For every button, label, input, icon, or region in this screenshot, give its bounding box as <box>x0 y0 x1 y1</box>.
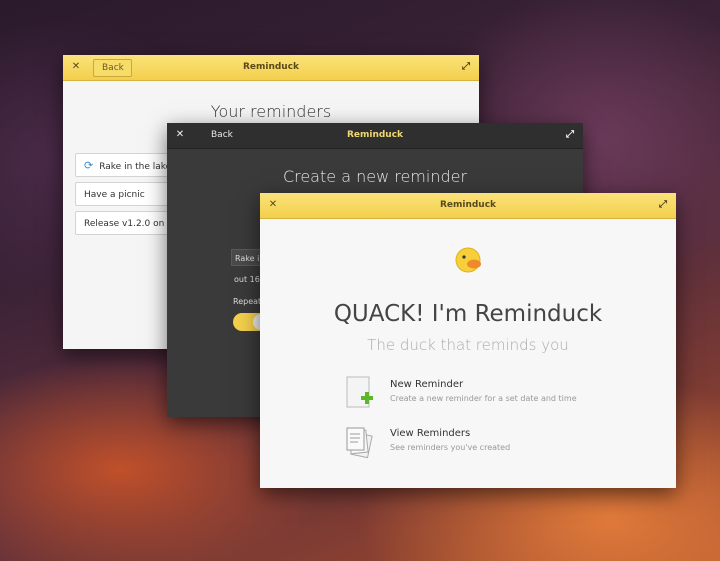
reminder-label: Rake in the lake <box>99 162 172 172</box>
reminder-label: Have a picnic <box>84 190 145 200</box>
repeat-icon: ⟳ <box>84 159 94 172</box>
view-reminders-description: See reminders you've created <box>390 443 511 452</box>
close-icon[interactable]: ✕ <box>174 129 186 141</box>
new-reminder-button[interactable]: New Reminder Create a new reminder for a… <box>344 376 604 416</box>
documents-stack-icon <box>346 427 373 459</box>
repeat-label: Repeat <box>233 297 262 306</box>
page-title: Your reminders <box>210 102 332 121</box>
close-icon[interactable]: ✕ <box>70 61 82 73</box>
maximize-icon[interactable]: ⤢ <box>460 61 472 73</box>
window-title: Reminduck <box>439 200 497 210</box>
titlebar: ✕ Back Reminduck ⤢ <box>167 123 583 149</box>
duck-logo-icon <box>455 247 481 273</box>
titlebar: ✕ Reminduck ⤢ <box>260 193 676 219</box>
new-document-icon <box>346 376 373 408</box>
page-title: Create a new reminder <box>282 167 468 186</box>
maximize-icon[interactable]: ⤢ <box>657 199 669 211</box>
maximize-icon[interactable]: ⤢ <box>564 129 576 141</box>
back-button[interactable]: Back <box>93 59 132 77</box>
view-reminders-title: View Reminders <box>390 428 471 439</box>
new-reminder-title: New Reminder <box>390 379 464 390</box>
view-reminders-button[interactable]: View Reminders See reminders you've crea… <box>344 425 604 465</box>
reminder-label: Release v1.2.0 on Ap <box>84 219 180 229</box>
welcome-subtitle: The duck that reminds you <box>367 336 569 354</box>
close-icon[interactable]: ✕ <box>267 199 279 211</box>
titlebar: ✕ Back Reminduck ⤢ <box>63 55 479 81</box>
welcome-window: ✕ Reminduck ⤢ QUACK! I'm Reminduck The d… <box>260 193 676 488</box>
new-reminder-description: Create a new reminder for a set date and… <box>390 394 577 403</box>
back-button[interactable]: Back <box>203 127 240 143</box>
welcome-title: QUACK! I'm Reminduck <box>333 301 603 327</box>
